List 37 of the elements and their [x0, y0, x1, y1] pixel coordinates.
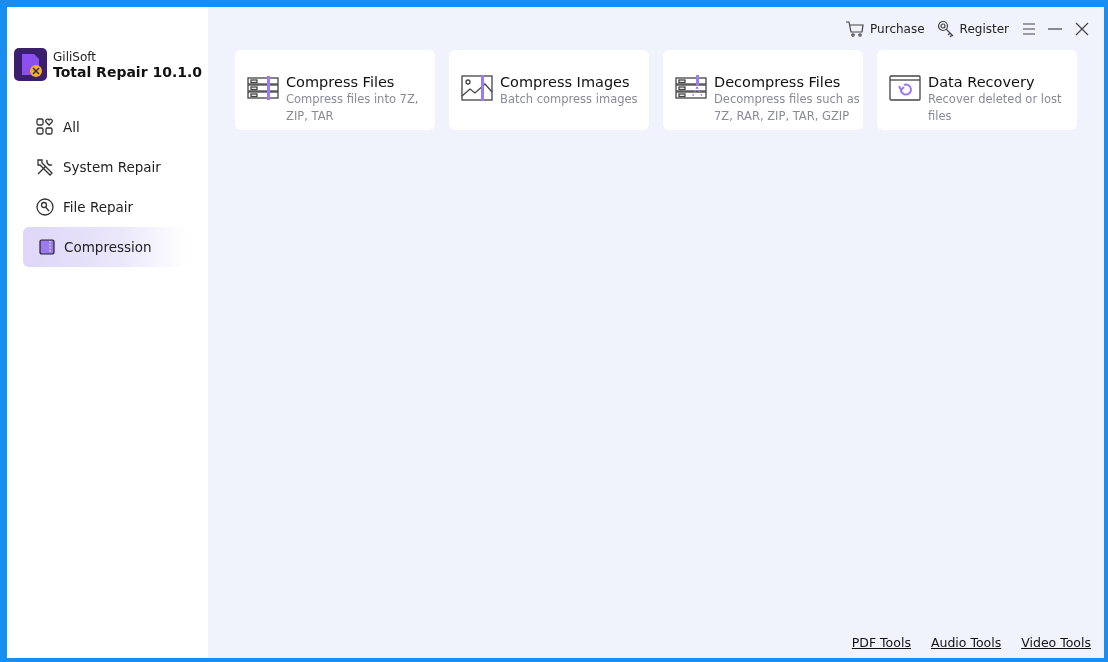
key-icon[interactable]	[936, 19, 955, 38]
tool-card[interactable]: Decompress Files Decompress files such as 7Z, RAR, ZIP, TAR, GZIP	[663, 50, 863, 130]
app-logo-icon	[14, 48, 47, 81]
image-icon	[461, 74, 493, 102]
tool-description: Batch compress images	[500, 91, 638, 108]
tools-icon	[35, 157, 55, 177]
tool-title: Compress Images	[500, 74, 631, 90]
tool-description: Compress files into 7Z, ZIP, TAR	[286, 91, 420, 125]
register-link[interactable]: Register	[959, 21, 1009, 36]
tool-title: Decompress Files	[714, 74, 842, 90]
footer-link[interactable]: Audio Tools	[930, 635, 1002, 650]
tool-card[interactable]: Compress Images Batch compress images	[449, 50, 649, 130]
sidebar-item[interactable]: File Repair	[23, 187, 187, 227]
app-title: Total Repair 10.1.0	[53, 63, 203, 80]
close-icon[interactable]	[1073, 21, 1091, 36]
window-restore-icon	[889, 74, 921, 102]
tool-description: Recover deleted or lost files	[928, 91, 1063, 125]
purchase-link[interactable]: Purchase	[870, 21, 925, 36]
footer-link[interactable]: PDF Tools	[851, 635, 911, 650]
sidebar-item-label: All	[63, 119, 80, 135]
stacked-drawers-icon	[247, 74, 279, 102]
grid-icon	[35, 117, 55, 137]
sidebar-item-label: System Repair	[63, 159, 161, 175]
sidebar-item-label: Compression	[64, 239, 152, 255]
tool-card[interactable]: Data Recovery Recover deleted or lost files	[877, 50, 1077, 130]
stacked-drawers-icon	[675, 74, 707, 102]
footer-link[interactable]: Video Tools	[1021, 635, 1091, 650]
vendor-name: GiliSoft	[53, 49, 97, 64]
tool-card[interactable]: Compress Files Compress files into 7Z, ZIP, TAR	[235, 50, 435, 130]
sidebar-item-label: File Repair	[63, 199, 134, 215]
sidebar-item[interactable]: System Repair	[23, 147, 187, 187]
archive-icon	[38, 238, 56, 256]
cart-icon[interactable]	[845, 19, 866, 38]
tool-description: Decompress files such as 7Z, RAR, ZIP, TAR, GZIP	[714, 91, 861, 125]
sidebar-item[interactable]: All	[23, 107, 187, 147]
tool-title: Compress Files	[286, 74, 396, 90]
tool-title: Data Recovery	[928, 74, 1036, 90]
